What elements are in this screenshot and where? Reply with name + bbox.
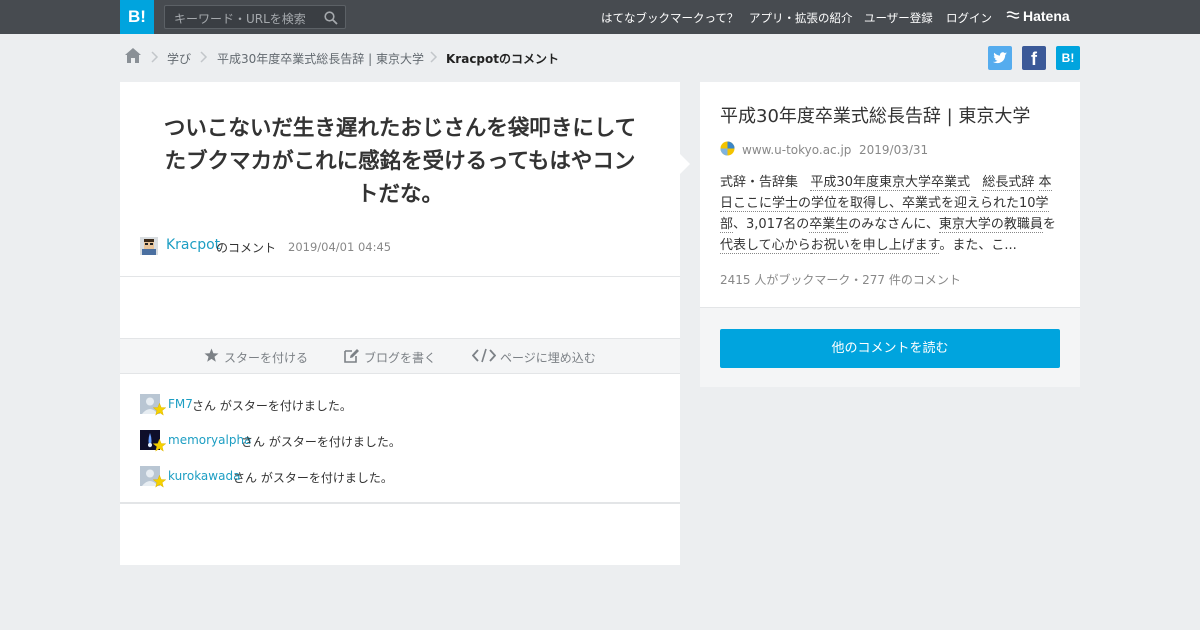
search-placeholder: キーワード・URLを検索: [174, 12, 306, 26]
summary-text: 式辞・告辞集: [720, 175, 799, 190]
star-user-link[interactable]: memoryalpha: [168, 433, 251, 447]
add-star-label: スターを付ける: [224, 351, 309, 365]
star-icon: [153, 439, 166, 452]
twitter-bird-icon: [993, 52, 1007, 64]
divider: [120, 502, 680, 504]
entry-domain-link[interactable]: www.u-tokyo.ac.jp: [742, 143, 851, 157]
chevron-right-icon: [151, 51, 159, 63]
star-text: さん がスターを付けました。: [241, 435, 401, 449]
summary-keyword[interactable]: 代表して心から: [720, 238, 811, 254]
summary-text: 。また、こ...: [939, 238, 1017, 253]
star-icon: [153, 475, 166, 488]
summary-keyword[interactable]: 日ここに学士の学位を取得し、: [720, 196, 903, 212]
star-text: さん がスターを付けました。: [233, 471, 393, 485]
comment-user-suffix: のコメント: [216, 241, 277, 255]
summary-keyword[interactable]: 卒業生: [809, 217, 849, 233]
user-avatar[interactable]: [140, 237, 158, 255]
summary-keyword[interactable]: 本: [1038, 175, 1052, 191]
hatena-mark-icon: [1006, 11, 1020, 19]
home-icon[interactable]: [124, 47, 142, 64]
divider: [120, 276, 680, 277]
top-bar: B! キーワード・URLを検索 はてなブックマークって？ アプリ・拡張の紹介 ユ…: [0, 0, 1200, 34]
summary-keyword[interactable]: 部: [720, 217, 734, 233]
chevron-right-icon: [430, 51, 438, 63]
bookmark-count[interactable]: 2415 人がブックマーク・277 件のコメント: [720, 271, 961, 288]
chevron-right-icon: [200, 51, 208, 63]
entry-summary: 式辞・告辞集 平成30年度東京大学卒業式 総長式辞 本 日ここに学士の学位を取得…: [720, 172, 1060, 256]
entry-title[interactable]: 平成30年度卒業式総長告辞 | 東京大学: [720, 102, 1030, 128]
comment-date[interactable]: 2019/04/01 04:45: [288, 240, 391, 254]
twitter-share-button[interactable]: [988, 46, 1012, 70]
comment-user-link[interactable]: Kracpot: [166, 237, 220, 253]
summary-keyword[interactable]: 東京大学の教職員: [938, 217, 1043, 233]
nav-login[interactable]: ログイン: [946, 10, 992, 26]
breadcrumb-entry[interactable]: 平成30年度卒業式総長告辞 | 東京大学: [217, 50, 424, 67]
hatena-logo[interactable]: Hatena: [1006, 8, 1070, 26]
more-comments-area: 他のコメントを読む: [700, 307, 1080, 387]
star-text: さん がスターを付けました。: [192, 399, 352, 413]
star-icon: [153, 403, 166, 416]
read-more-comments-button[interactable]: 他のコメントを読む: [720, 329, 1060, 368]
summary-text: のみなさんに、: [848, 217, 939, 232]
search-input[interactable]: キーワード・URLを検索: [164, 5, 346, 29]
summary-keyword[interactable]: お祝いを申し上げます: [810, 238, 940, 254]
entry-panel: 平成30年度卒業式総長告辞 | 東京大学 www.u-tokyo.ac.jp 2…: [700, 82, 1080, 387]
hatena-logo-text: Hatena: [1023, 8, 1070, 24]
hatena-bookmark-logo[interactable]: B!: [120, 0, 154, 34]
breadcrumb-current: Kracpotのコメント: [446, 52, 559, 66]
nav-about[interactable]: はてなブックマークって？: [601, 10, 738, 26]
nav-apps[interactable]: アプリ・拡張の紹介: [749, 10, 853, 26]
summary-text: を: [1042, 217, 1056, 232]
entry-date: 2019/03/31: [859, 143, 929, 157]
summary-text: 、3,017名の: [733, 217, 810, 232]
summary-keyword[interactable]: 総長式辞: [982, 175, 1035, 191]
favicon-icon: [720, 141, 735, 156]
star-icon: [204, 348, 219, 362]
summary-keyword[interactable]: 卒業式を迎えられた10学: [902, 196, 1049, 212]
search-icon[interactable]: [324, 11, 338, 25]
action-bar: スターを付ける ブログを書く ページに埋め込む: [120, 338, 680, 374]
write-blog-label: ブログを書く: [364, 351, 437, 365]
facebook-share-button[interactable]: f: [1022, 46, 1046, 70]
star-user-link[interactable]: kurokawada: [168, 469, 240, 483]
summary-keyword[interactable]: 平成30年度東京大学卒業式: [810, 175, 970, 191]
comment-text: ついこないだ生き遅れたおじさんを袋叩きにしてたブクマカがこれに感銘を受けるっても…: [163, 116, 637, 207]
edit-icon: [344, 349, 359, 363]
breadcrumb-category[interactable]: 学び: [167, 50, 191, 67]
nav-register[interactable]: ユーザー登録: [864, 10, 933, 26]
hatena-share-button[interactable]: B!: [1056, 46, 1080, 70]
comment-panel: ついこないだ生き遅れたおじさんを袋叩きにしてたブクマカがこれに感銘を受けるっても…: [120, 82, 680, 565]
embed-label: ページに埋め込む: [500, 351, 596, 365]
star-user-link[interactable]: FM7: [168, 397, 193, 411]
code-icon: [472, 348, 496, 363]
panel-pointer: [680, 154, 690, 174]
